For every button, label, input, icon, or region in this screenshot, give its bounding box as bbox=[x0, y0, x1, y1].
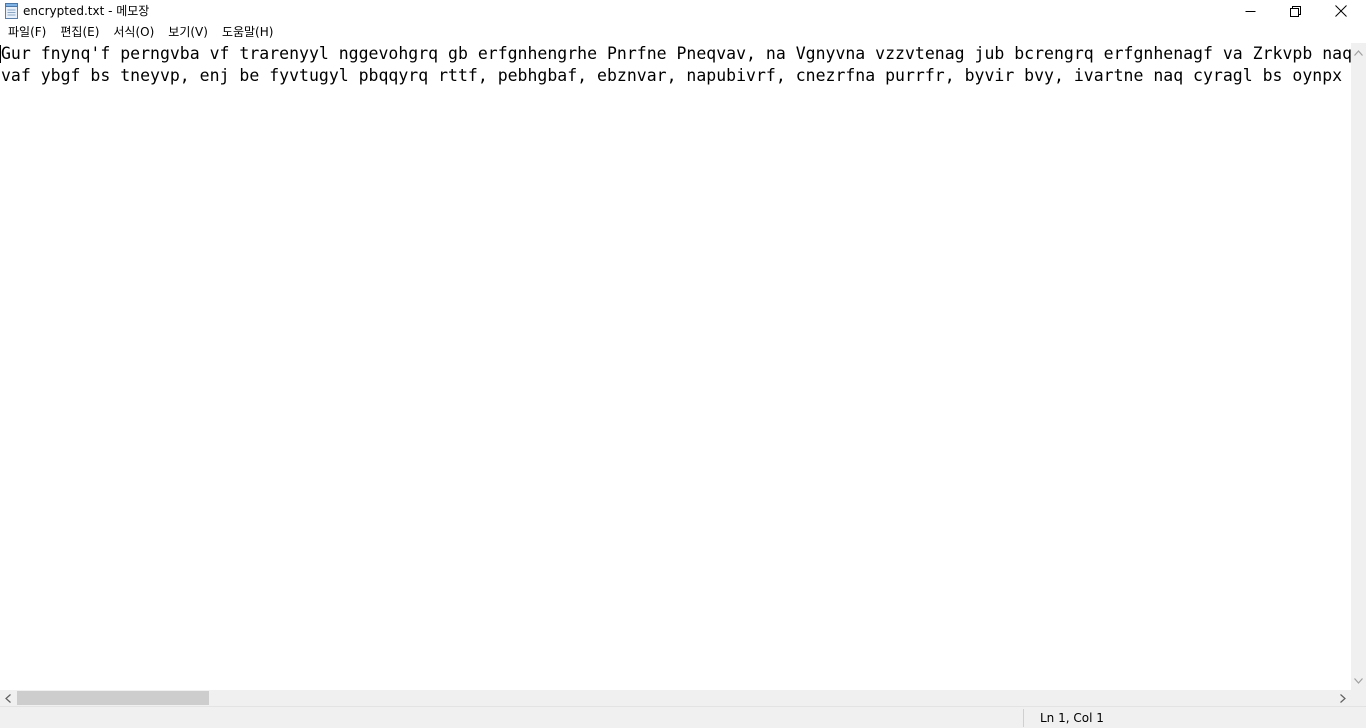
minimize-button[interactable] bbox=[1227, 0, 1273, 22]
cursor-position: Ln 1, Col 1 bbox=[1040, 711, 1104, 725]
status-divider bbox=[1023, 709, 1024, 727]
close-icon bbox=[1335, 2, 1347, 21]
horizontal-scroll-thumb[interactable] bbox=[17, 691, 209, 705]
menu-view[interactable]: 보기(V) bbox=[161, 23, 215, 41]
text-caret bbox=[0, 45, 1, 63]
scroll-left-arrow-icon[interactable] bbox=[0, 690, 16, 706]
scrollbar-corner bbox=[1351, 690, 1366, 706]
scroll-down-arrow-icon[interactable] bbox=[1351, 673, 1366, 688]
editor-line: Gur fnynq'f perngvba vf trarenyyl nggevo… bbox=[1, 44, 1351, 63]
close-button[interactable] bbox=[1318, 0, 1364, 22]
scroll-up-arrow-icon[interactable] bbox=[1351, 45, 1366, 60]
menu-file[interactable]: 파일(F) bbox=[1, 23, 53, 41]
text-editor[interactable]: Gur fnynq'f perngvba vf trarenyyl nggevo… bbox=[0, 43, 1351, 690]
scroll-right-arrow-icon[interactable] bbox=[1335, 690, 1351, 706]
editor-content[interactable]: Gur fnynq'f perngvba vf trarenyyl nggevo… bbox=[1, 43, 1351, 87]
menu-help[interactable]: 도움말(H) bbox=[215, 23, 281, 41]
menu-edit[interactable]: 편집(E) bbox=[53, 23, 106, 41]
menu-bar: 파일(F) 편집(E) 서식(O) 보기(V) 도움말(H) bbox=[0, 22, 1366, 42]
notepad-icon[interactable] bbox=[4, 3, 19, 19]
notepad-window: encrypted.txt - 메모장 파일(F) 편집(E) 서식(O) 보기… bbox=[0, 0, 1366, 728]
horizontal-scrollbar[interactable] bbox=[0, 690, 1351, 706]
window-title: encrypted.txt - 메모장 bbox=[23, 4, 150, 18]
vertical-scrollbar[interactable] bbox=[1351, 43, 1366, 690]
editor-line: vaf ybgf bs tneyvp, enj be fyvtugyl pbqq… bbox=[1, 66, 1351, 85]
restore-icon bbox=[1289, 2, 1301, 21]
menu-format[interactable]: 서식(O) bbox=[106, 23, 161, 41]
minimize-icon bbox=[1245, 2, 1256, 21]
title-bar[interactable]: encrypted.txt - 메모장 bbox=[0, 0, 1366, 22]
maximize-button[interactable] bbox=[1272, 0, 1318, 22]
status-bar: Ln 1, Col 1 bbox=[0, 706, 1366, 728]
